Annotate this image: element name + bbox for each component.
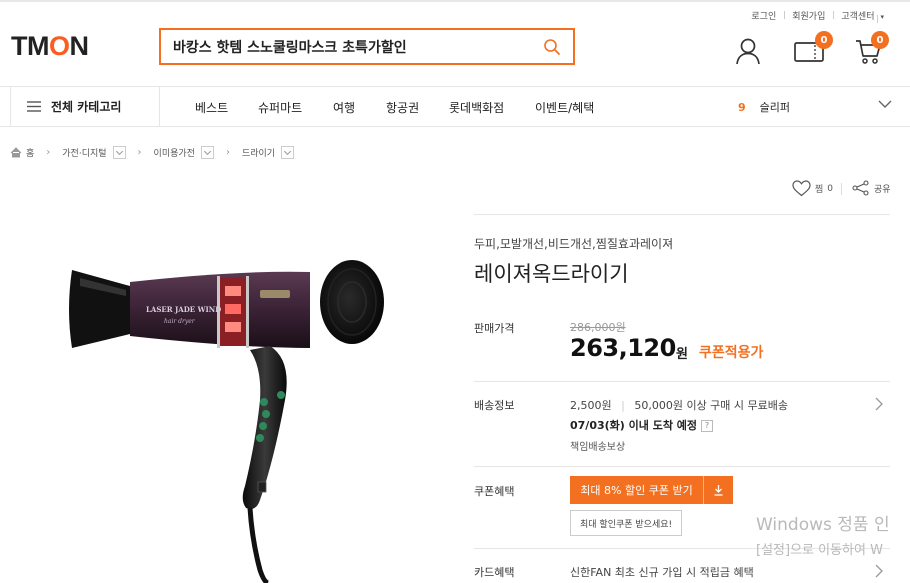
product-title: 레이져옥드라이기 (474, 262, 629, 286)
chevron-down-icon[interactable] (200, 146, 214, 159)
search-input[interactable] (173, 38, 533, 55)
breadcrumb-home[interactable]: 홈 (26, 146, 34, 159)
coupon-tooltip: 최대 할인쿠폰 받으세요! (570, 510, 683, 536)
sale-price: 263,120 (570, 334, 676, 362)
original-price: 286,000원 (570, 321, 626, 334)
hamburger-icon (27, 101, 41, 112)
chevron-down-icon: ▾ (877, 13, 884, 21)
keyword-text: 슬리퍼 (759, 101, 791, 114)
coupon-price-link[interactable]: 쿠폰적용가 (699, 342, 763, 362)
breadcrumb-level1[interactable]: 가전·디지털 (62, 146, 106, 159)
breadcrumb: 홈 › 가전·디지털 › 이미용가전 › 드라이기 (10, 146, 295, 159)
logo-text-end: N (69, 31, 90, 61)
shipping-fee: 2,500원 (570, 399, 612, 412)
all-category-label: 전체 카테고리 (51, 100, 122, 114)
home-icon (10, 147, 22, 158)
login-link[interactable]: 로그인 (743, 9, 784, 22)
price-divider (474, 381, 890, 382)
breadcrumb-level2[interactable]: 이미용가전 (154, 146, 195, 159)
nav-item-travel[interactable]: 여행 (333, 99, 386, 116)
shipping-separator: | (621, 399, 625, 412)
utility-links: 로그인 회원가입 고객센터 ▾ (743, 9, 892, 22)
main-nav: 베스트 슈퍼마트 여행 항공권 롯데백화점 이벤트/혜택 (195, 99, 594, 116)
help-link-label: 고객센터 (841, 12, 875, 22)
nav-item-best[interactable]: 베스트 (195, 99, 258, 116)
top-strip (0, 0, 910, 2)
card-label: 카드혜택 (474, 566, 515, 579)
shipping-label: 배송정보 (474, 399, 515, 412)
windows-activation-watermark: Windows 정품 인 [설정]으로 이동하여 W (756, 510, 890, 558)
help-icon[interactable]: ? (701, 420, 714, 432)
nav-divider (0, 126, 910, 127)
coupon-download-button[interactable]: 최대 8% 할인 쿠폰 받기 (570, 476, 733, 504)
nav-item-lotte[interactable]: 롯데백화점 (449, 99, 535, 116)
info-top-divider (474, 214, 890, 215)
heart-icon (792, 180, 811, 197)
wish-label: 찜 (815, 185, 824, 195)
product-brand-text: LASER JADE WIND (146, 305, 221, 314)
share-label: 공유 (874, 184, 891, 195)
share-button[interactable]: 공유 (852, 180, 891, 196)
chevron-right-icon: › (225, 147, 230, 158)
nav-item-flights[interactable]: 항공권 (386, 99, 449, 116)
pass-count-badge: 0 (815, 31, 833, 49)
chevron-down-icon[interactable] (878, 99, 892, 109)
download-icon (703, 476, 733, 504)
arrival-line: 07/03(화) 이내 도착 예정? (570, 417, 714, 433)
action-divider (841, 183, 842, 195)
logo-text-o: O (48, 31, 70, 61)
currency-unit: 원 (676, 347, 688, 362)
arrival-date: 07/03(화) 이내 도착 예정 (570, 419, 698, 432)
chevron-down-icon[interactable] (112, 146, 126, 159)
logo-text-start: TM (11, 31, 49, 61)
search-box (159, 28, 575, 65)
chevron-right-icon: › (46, 147, 51, 158)
card-benefit: 신한FAN 최초 신규 가입 시 적립금 혜택 (570, 566, 754, 579)
nav-item-event[interactable]: 이벤트/혜택 (535, 99, 594, 116)
share-icon (852, 180, 869, 196)
user-icon[interactable] (735, 37, 761, 65)
shipping-fee-line: 2,500원 | 50,000원 이상 구매 시 무료배송 (570, 397, 788, 413)
shipping-guarantee: 책임배송보상 (570, 442, 626, 453)
coupon-button-label: 최대 8% 할인 쿠폰 받기 (580, 484, 693, 497)
tmon-logo[interactable]: TMON (11, 31, 89, 62)
wish-count: 0 (827, 183, 834, 194)
watermark-line1: Windows 정품 인 (756, 515, 890, 535)
product-subtitle: 두피,모발개선,비드개선,찜질효과레이져 (474, 237, 674, 251)
coupon-label: 쿠폰혜택 (474, 485, 515, 498)
keyword-rank: 9 (738, 101, 746, 114)
shipping-free-condition: 50,000원 이상 구매 시 무료배송 (634, 399, 789, 412)
help-link[interactable]: 고객센터 ▾ (833, 9, 892, 22)
chevron-right-icon: › (137, 147, 142, 158)
nav-item-supermart[interactable]: 슈퍼마트 (258, 99, 333, 116)
realtime-keyword[interactable]: 9 슬리퍼 (738, 99, 790, 115)
product-image: LASER JADE WIND hair dryer (69, 260, 384, 583)
chevron-down-icon[interactable] (281, 146, 295, 159)
wish-button[interactable]: 찜0 (792, 180, 833, 197)
price-label: 판매가격 (474, 322, 515, 335)
breadcrumb-level3[interactable]: 드라이기 (242, 146, 275, 159)
cart-count-badge: 0 (871, 31, 889, 49)
product-sub-text: hair dryer (164, 318, 196, 325)
all-category-button[interactable]: 전체 카테고리 (10, 87, 160, 126)
chevron-right-icon[interactable] (874, 564, 883, 578)
watermark-line2: [설정]으로 이동하여 W (756, 543, 883, 558)
join-link[interactable]: 회원가입 (784, 9, 833, 22)
shipping-divider (474, 466, 890, 467)
chevron-right-icon[interactable] (874, 397, 883, 411)
page: 로그인 회원가입 고객센터▾ TMON 0 0 전체 카테고리 (0, 0, 910, 583)
search-icon[interactable] (543, 38, 561, 56)
